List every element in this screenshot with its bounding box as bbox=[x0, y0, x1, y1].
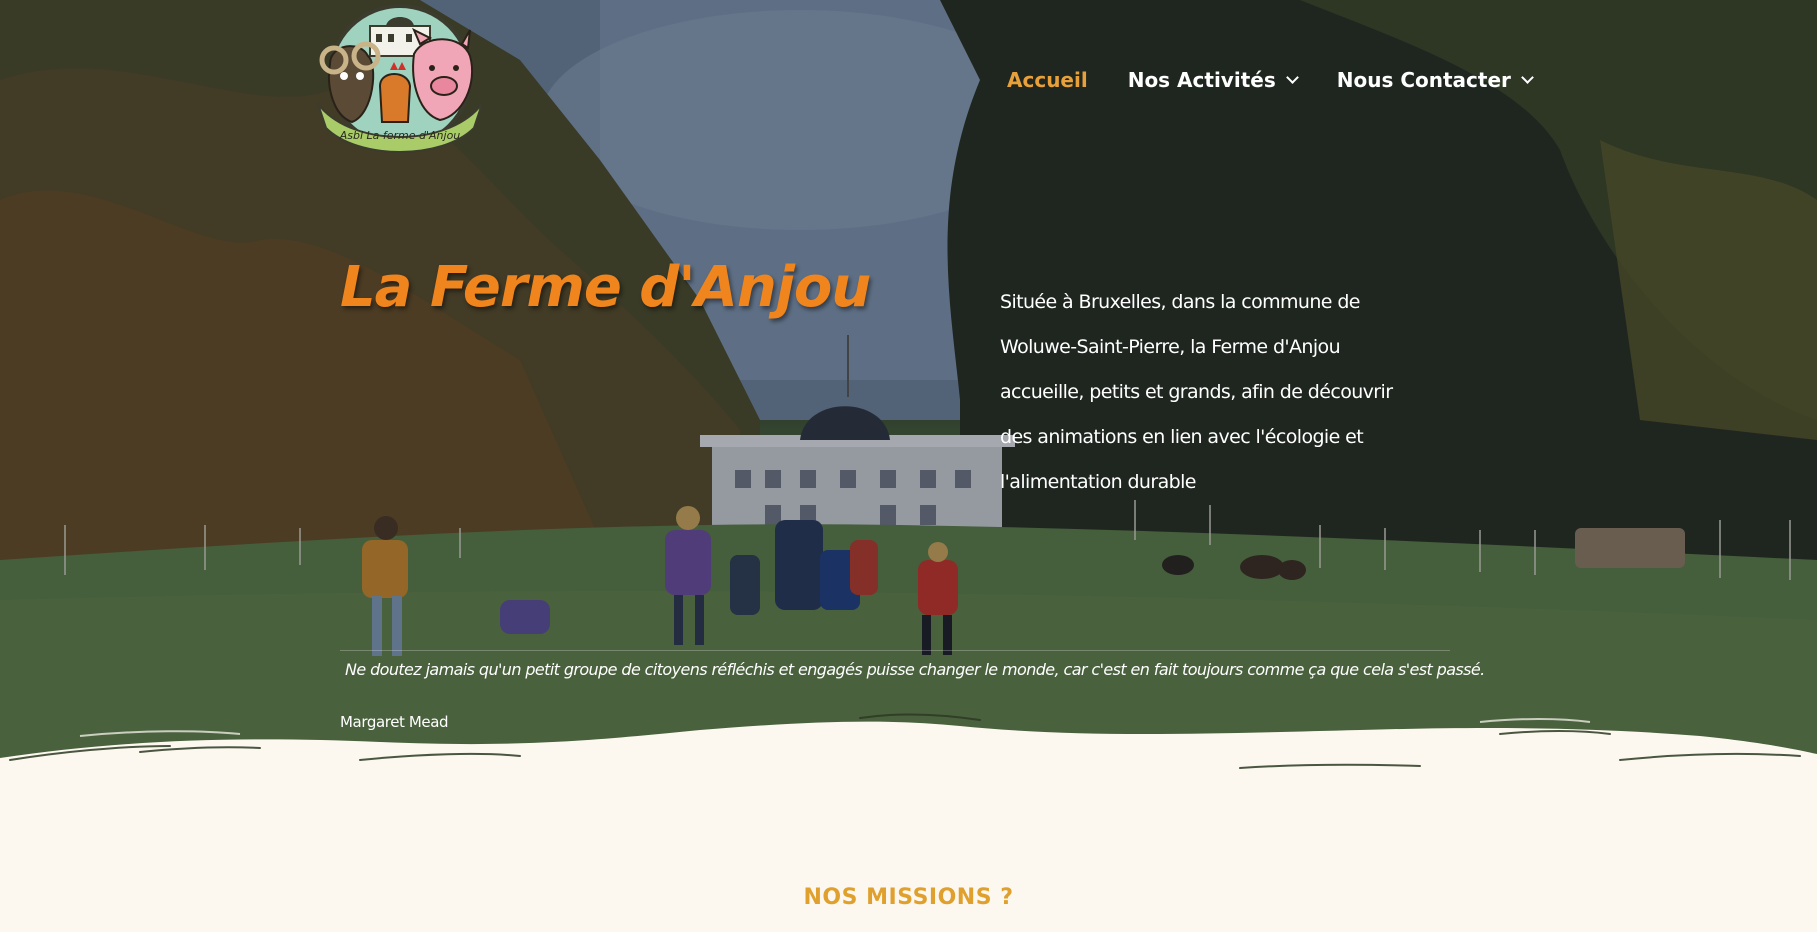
logo-text: Asbl La ferme d'Anjou bbox=[339, 129, 461, 142]
nav-item-label: Nous Contacter bbox=[1336, 68, 1511, 92]
nav-item-label: Accueil bbox=[1007, 68, 1088, 92]
nav-item-nos-activites[interactable]: Nos Activités bbox=[1127, 68, 1299, 92]
nav-item-label: Nos Activités bbox=[1127, 68, 1276, 92]
hero-banner: Asbl La ferme d'Anjou Accueil Nos Activi… bbox=[0, 0, 1817, 780]
chevron-down-icon bbox=[1285, 71, 1299, 84]
section-heading-missions: NOS MISSIONS ? bbox=[803, 885, 1014, 910]
wave-divider bbox=[0, 713, 1817, 790]
page-title: La Ferme d'Anjou bbox=[340, 255, 871, 320]
main-navigation: Accueil Nos Activités Nous Contacter bbox=[1007, 68, 1572, 92]
logo-badge[interactable]: Asbl La ferme d'Anjou bbox=[312, 4, 488, 160]
quote-text: Ne doutez jamais qu'un petit groupe de c… bbox=[345, 660, 1485, 679]
nav-item-nous-contacter[interactable]: Nous Contacter bbox=[1336, 68, 1534, 92]
nav-item-accueil[interactable]: Accueil bbox=[1007, 68, 1088, 92]
intro-text: Située à Bruxelles, dans la commune de W… bbox=[1000, 291, 1393, 493]
quote-divider bbox=[340, 650, 1450, 651]
chevron-down-icon bbox=[1521, 71, 1534, 84]
